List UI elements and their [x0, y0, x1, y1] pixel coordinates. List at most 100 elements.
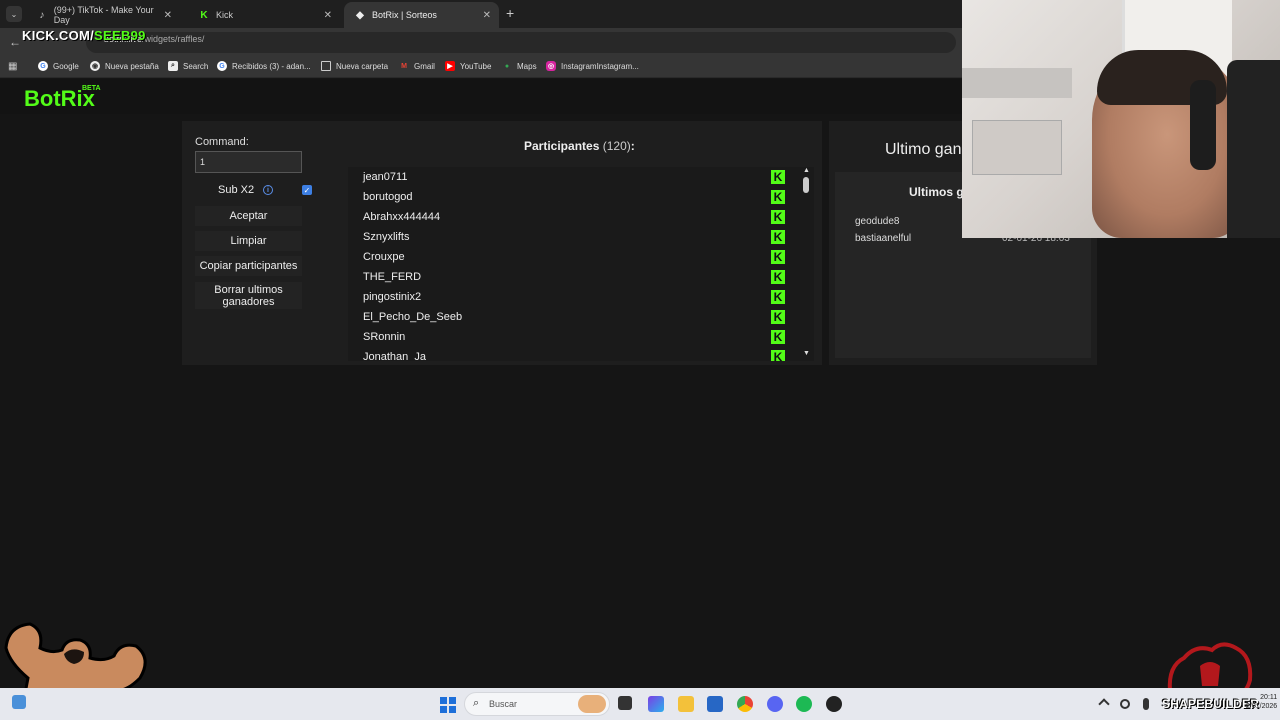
participant-name: Sznyxlifts [363, 231, 410, 243]
bookmark-gmail[interactable]: M Gmail [399, 61, 435, 71]
list-item[interactable]: borutogod K [348, 187, 798, 207]
kick-icon: K [771, 250, 785, 264]
bookmark-recibidos[interactable]: G Recibidos (3) - adan... [217, 61, 311, 71]
last-winner-title: Ultimo gan [885, 141, 962, 158]
list-item[interactable]: jean0711 K [348, 167, 798, 187]
chrome-icon[interactable] [737, 696, 753, 712]
command-label: Command: [195, 136, 249, 148]
tab-tiktok[interactable]: ♪ (99+) TikTok - Make Your Day ✕ [26, 2, 180, 28]
search-icon: ⌕ [168, 61, 178, 71]
list-item[interactable]: SRonnin K [348, 327, 798, 347]
participant-name: El_Pecho_De_Seeb [363, 311, 463, 323]
webcam-shelf [962, 68, 1072, 98]
list-item[interactable]: Jonathan_Ja K [348, 347, 798, 361]
weather-icon[interactable] [12, 695, 26, 709]
winner-name: bastiaanelful [855, 233, 912, 244]
command-input[interactable] [195, 151, 302, 173]
tab-label: (99+) TikTok - Make Your Day [53, 5, 154, 25]
list-item[interactable]: pingostinix2 K [348, 287, 798, 307]
accept-button[interactable]: Aceptar [195, 206, 302, 226]
kick-icon: K [771, 230, 785, 244]
participant-name: borutogod [363, 191, 413, 203]
list-item[interactable]: El_Pecho_De_Seeb K [348, 307, 798, 327]
bookmark-youtube[interactable]: ▶ YouTube [445, 61, 491, 71]
apps-grid-icon[interactable]: ▦ [8, 61, 17, 72]
kick-prefix: KICK.COM/ [22, 28, 95, 43]
bookmark-nueva-pestana[interactable]: ◉ Nueva pestaña [90, 61, 159, 71]
kick-icon: K [200, 9, 208, 21]
spotify-icon[interactable] [796, 696, 812, 712]
bookmark-label: Nueva pestaña [105, 61, 159, 71]
webcam-chair [1227, 60, 1280, 238]
bookmark-label: Gmail [414, 61, 435, 71]
participants-count: (120) [602, 139, 631, 153]
bookmark-label: Nueva carpeta [336, 61, 389, 71]
shapebuilder-text: SHAPEBUILDER [1162, 697, 1260, 711]
list-item[interactable]: THE_FERD K [348, 267, 798, 287]
bookmark-label: Recibidos (3) - adan... [232, 61, 311, 71]
list-item[interactable]: Abrahxx444444 K [348, 207, 798, 227]
network-icon[interactable] [1120, 699, 1130, 709]
bookmark-search[interactable]: ⌕ Search [168, 61, 208, 71]
sub-x2-checkbox[interactable]: ✓ [302, 185, 312, 195]
tab-botrix[interactable]: ◆ BotRix | Sorteos ✕ [344, 2, 499, 28]
close-icon[interactable]: ✕ [324, 10, 332, 21]
info-icon[interactable]: i [263, 185, 273, 195]
instagram-icon: ◎ [546, 61, 556, 71]
participant-name: SRonnin [363, 331, 406, 343]
search-highlight-icon[interactable] [578, 695, 606, 713]
discord-icon[interactable] [767, 696, 783, 712]
tab-search-button[interactable]: ⌄ [6, 6, 22, 22]
tab-kick[interactable]: K Kick ✕ [188, 2, 340, 28]
participant-name: Crouxpe [363, 251, 405, 263]
participant-name: jean0711 [363, 171, 408, 183]
copilot-icon[interactable] [648, 696, 664, 712]
bookmark-maps[interactable]: ● Maps [502, 61, 537, 71]
participant-name: Jonathan_Ja [363, 351, 426, 361]
bookmark-instagram[interactable]: ◎ InstagramInstagram... [546, 61, 639, 71]
taskbar [0, 688, 1280, 720]
bookmark-nueva-carpeta[interactable]: Nueva carpeta [321, 61, 388, 71]
microphone-icon[interactable] [1143, 698, 1149, 710]
bookmark-label: Maps [517, 61, 537, 71]
globe-icon: ◉ [90, 61, 100, 71]
file-explorer-icon[interactable] [678, 696, 694, 712]
webcam-overlay [962, 0, 1280, 238]
tab-label: BotRix | Sorteos [372, 10, 437, 20]
list-item[interactable]: Crouxpe K [348, 247, 798, 267]
copy-participants-button[interactable]: Copiar participantes [195, 256, 302, 276]
scroll-down-arrow-icon[interactable]: ▼ [803, 350, 810, 357]
task-view-icon[interactable] [618, 696, 632, 710]
clock-date: 2/01/2026 [1246, 703, 1278, 710]
kick-channel: SEEB99 [94, 28, 146, 43]
kick-icon: K [771, 190, 785, 204]
url-field[interactable] [86, 32, 956, 53]
sub-x2-label: Sub X2 [218, 184, 255, 196]
webcam-sneaker-case [972, 120, 1062, 175]
webcam-headphones [1190, 80, 1216, 170]
windows-start-icon[interactable] [440, 697, 456, 713]
kick-icon: K [771, 350, 785, 361]
new-tab-icon[interactable]: + [506, 5, 514, 21]
clock[interactable]: 20:11 2/01/2026 [1246, 693, 1277, 711]
close-icon[interactable]: ✕ [483, 10, 491, 21]
delete-winners-button[interactable]: Borrar ultimos ganadores [195, 282, 302, 309]
participants-label: Participantes [524, 139, 600, 153]
bookmark-label: Search [183, 61, 209, 71]
participants-title: Participantes (120): [524, 139, 635, 153]
last-winners-title: Ultimos g [909, 185, 964, 199]
scroll-up-arrow-icon[interactable]: ▲ [803, 167, 810, 174]
kick-icon: K [771, 330, 785, 344]
youtube-icon: ▶ [445, 61, 455, 71]
participants-list[interactable]: jean0711 K borutogod K Abrahxx444444 K Szny… [348, 167, 814, 361]
close-icon[interactable]: ✕ [164, 10, 172, 21]
obs-icon[interactable] [826, 696, 842, 712]
clear-button[interactable]: Limpiar [195, 231, 302, 251]
bookmark-google[interactable]: G Google [38, 61, 79, 71]
scrollbar-thumb[interactable] [803, 177, 809, 193]
store-icon[interactable] [707, 696, 723, 712]
list-item[interactable]: Sznyxlifts K [348, 227, 798, 247]
participants-colon: : [630, 139, 635, 153]
participant-name: THE_FERD [363, 271, 422, 283]
back-arrow-icon[interactable]: ← [9, 35, 21, 49]
